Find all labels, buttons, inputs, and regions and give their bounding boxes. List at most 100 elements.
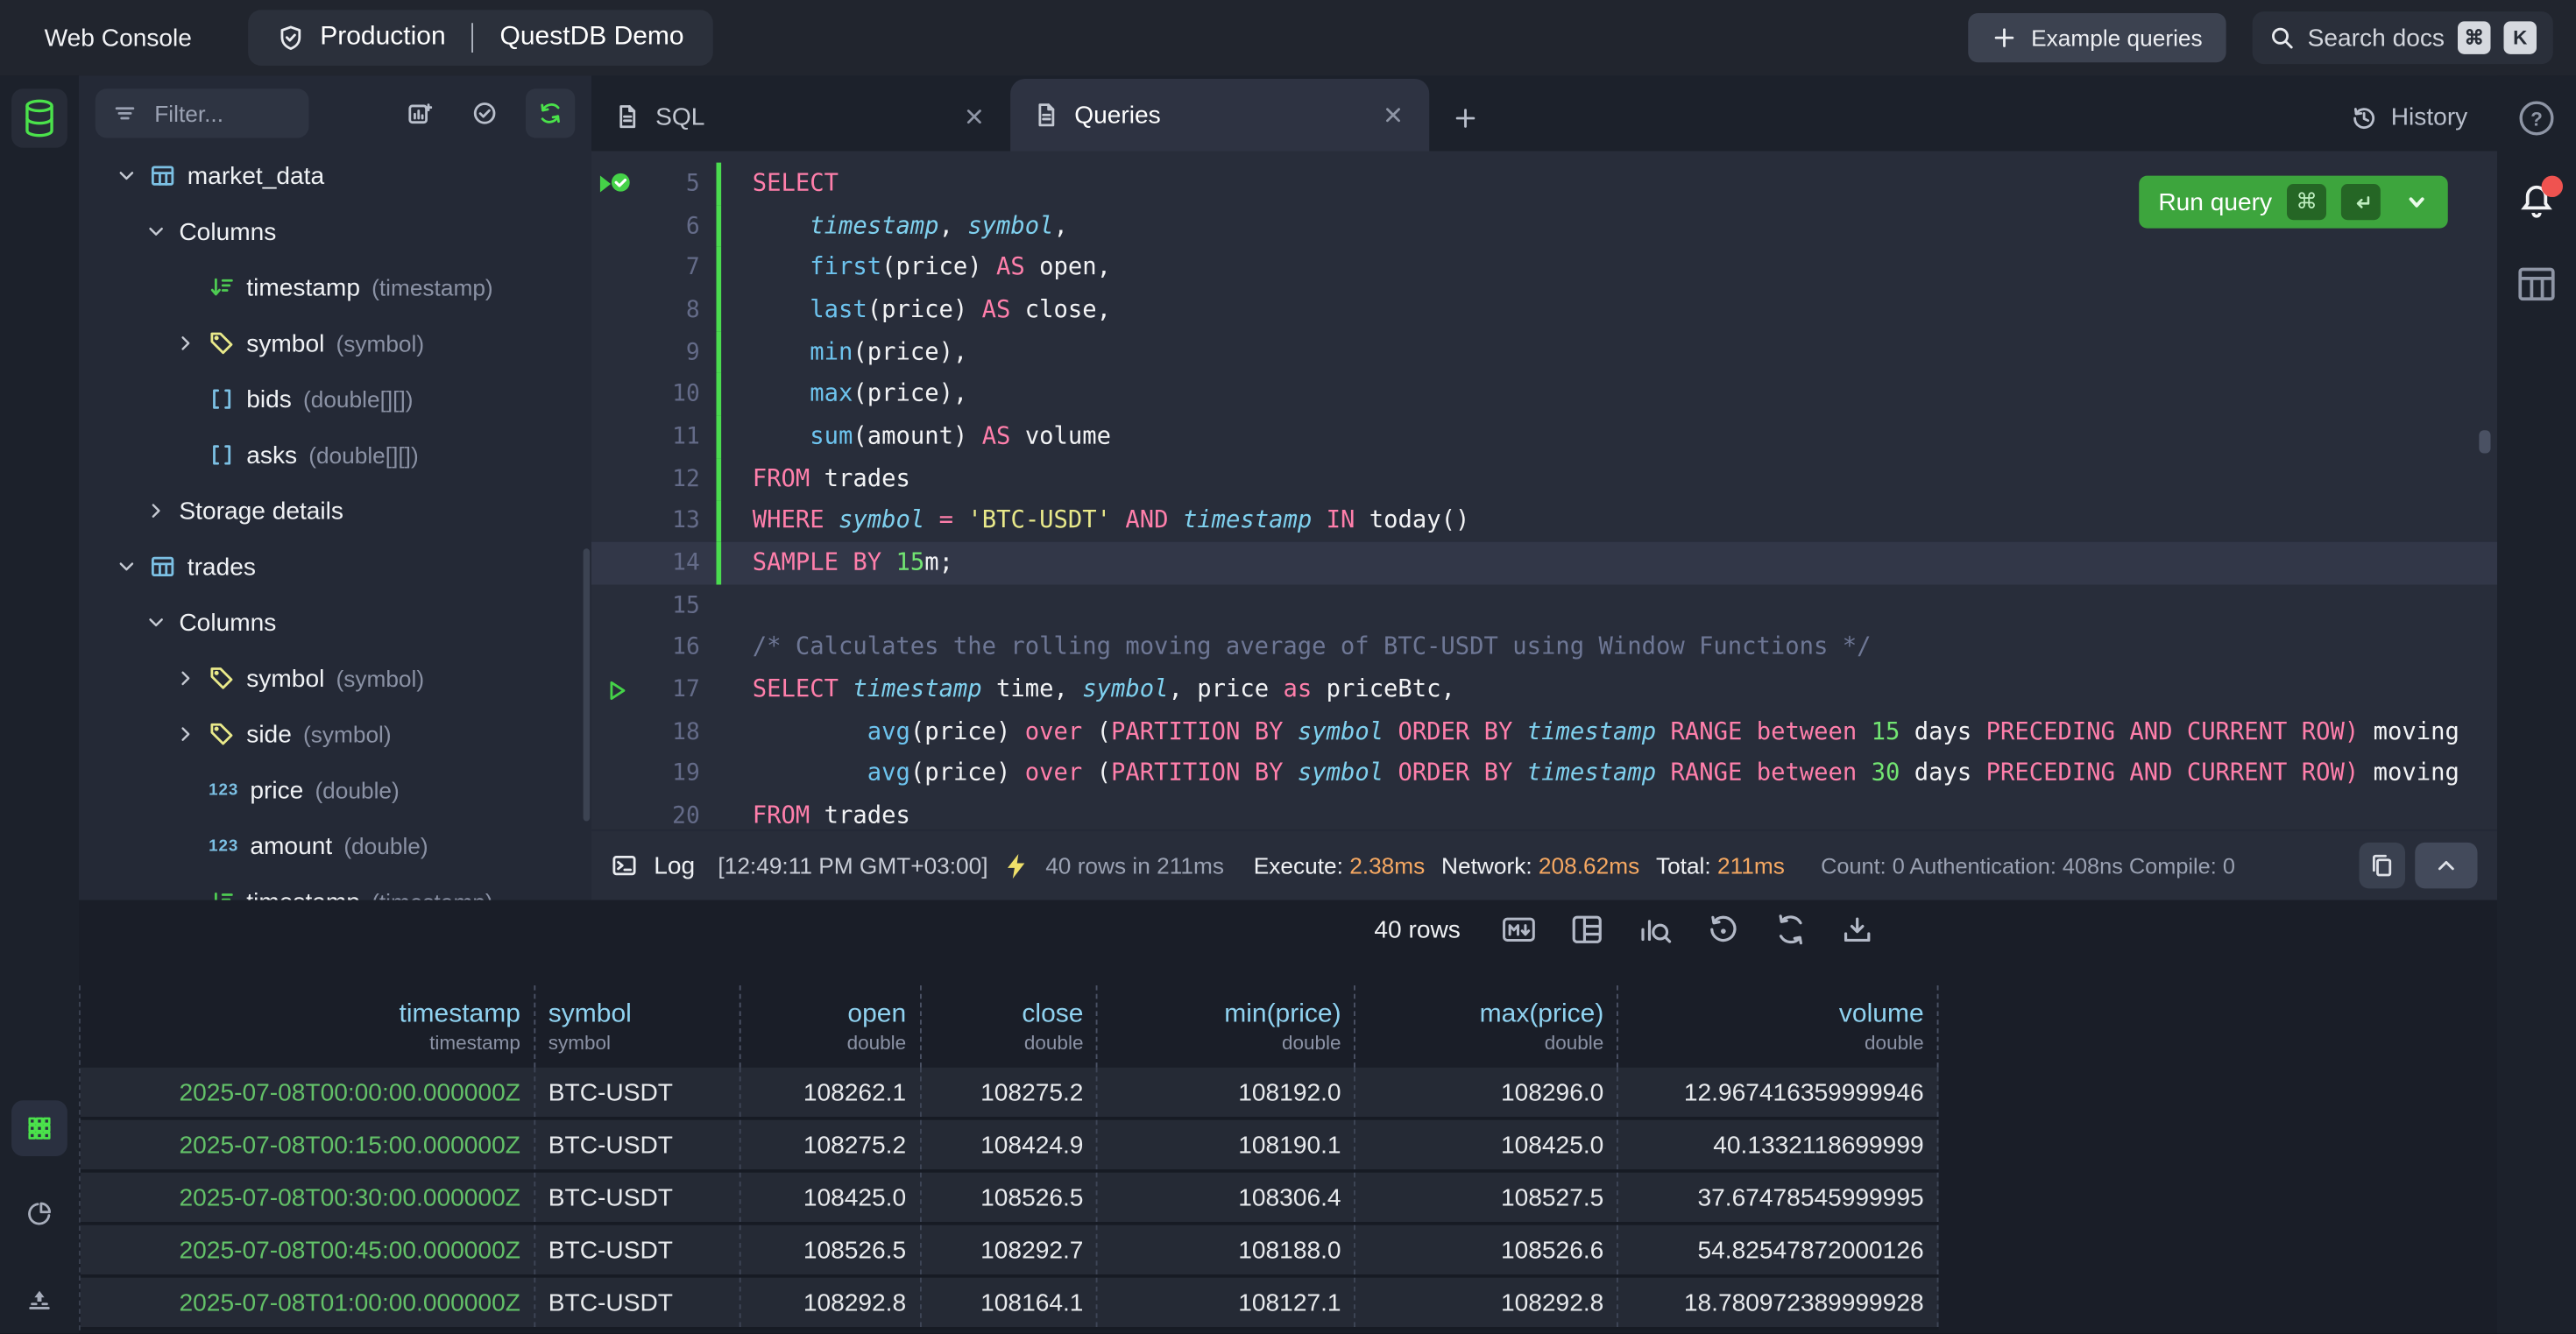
cell-max-price-[interactable]: 108296.0	[1355, 1068, 1618, 1117]
cell-close[interactable]: 108275.2	[921, 1068, 1098, 1117]
new-tab-button[interactable]	[1453, 105, 1479, 131]
copy-log-button[interactable]	[2360, 843, 2406, 889]
run-marker-icon[interactable]	[591, 171, 640, 197]
table-row[interactable]: 2025-07-08T01:00:00.000000ZBTC-USDT10829…	[81, 1278, 1939, 1330]
code-line-18[interactable]: 18 avg(price) over (PARTITION BY symbol …	[591, 711, 2497, 753]
cell-volume[interactable]: 18.780972389999928	[1618, 1278, 1938, 1327]
cell-max-price-[interactable]: 108527.5	[1355, 1173, 1618, 1222]
chevron-right-icon[interactable]	[145, 498, 167, 524]
filter-input[interactable]	[152, 99, 283, 129]
column-header-min-price-[interactable]: min(price) double	[1098, 985, 1355, 1068]
history-button[interactable]: History	[2352, 103, 2468, 131]
tab-sql[interactable]: SQL	[591, 82, 1010, 152]
cell-min-price-[interactable]: 108188.0	[1098, 1225, 1355, 1274]
cell-close[interactable]: 108292.7	[921, 1225, 1098, 1274]
import-button[interactable]	[11, 1271, 67, 1327]
cell-open[interactable]: 108526.5	[740, 1225, 921, 1274]
run-query-button[interactable]: Run query ⌘	[2139, 176, 2448, 229]
cell-close[interactable]: 108526.5	[921, 1173, 1098, 1222]
chevron-down-icon[interactable]	[115, 554, 138, 580]
column-header-symbol[interactable]: symbol symbol	[535, 985, 740, 1068]
example-queries-button[interactable]: Example queries	[1969, 13, 2226, 62]
cell-open[interactable]: 108275.2	[740, 1120, 921, 1169]
code-editor[interactable]: 5 SELECT 6 timestamp, symbol, 7 first(pr…	[591, 152, 2497, 829]
cell-timestamp[interactable]: 2025-07-08T00:45:00.000000Z	[81, 1225, 535, 1274]
tree-item-price[interactable]: 123price(double)	[79, 762, 591, 818]
tree-item-columns[interactable]: Columns	[79, 204, 591, 260]
code-line-14[interactable]: 14 SAMPLE BY 15m;	[591, 542, 2497, 584]
cell-volume[interactable]: 12.967416359999946	[1618, 1068, 1938, 1117]
code-line-16[interactable]: 16 /* Calculates the rolling moving aver…	[591, 626, 2497, 668]
code-line-15[interactable]: 15	[591, 584, 2497, 626]
tree-item-symbol[interactable]: symbol(symbol)	[79, 651, 591, 707]
collapse-log-button[interactable]	[2415, 843, 2477, 889]
cell-symbol[interactable]: BTC-USDT	[535, 1120, 740, 1169]
cell-max-price-[interactable]: 108292.8	[1355, 1278, 1618, 1327]
help-button[interactable]: ?	[2517, 99, 2557, 146]
validate-button[interactable]	[460, 88, 509, 138]
code-line-20[interactable]: 20 FROM trades	[591, 795, 2497, 829]
chart-view-button[interactable]	[11, 1186, 67, 1242]
cell-symbol[interactable]: BTC-USDT	[535, 1278, 740, 1327]
questdb-logo[interactable]	[11, 88, 67, 148]
table-row[interactable]: 2025-07-08T00:30:00.000000ZBTC-USDT10842…	[81, 1173, 1939, 1225]
cell-max-price-[interactable]: 108526.6	[1355, 1225, 1618, 1274]
cell-open[interactable]: 108262.1	[740, 1068, 921, 1117]
column-header-volume[interactable]: volume double	[1618, 985, 1938, 1068]
download-icon[interactable]	[1842, 914, 1873, 945]
tree-item-symbol[interactable]: symbol(symbol)	[79, 315, 591, 371]
tree-item-columns[interactable]: Columns	[79, 595, 591, 651]
cell-open[interactable]: 108425.0	[740, 1173, 921, 1222]
cell-volume[interactable]: 37.67478545999995	[1618, 1173, 1938, 1222]
markdown-icon[interactable]	[1502, 914, 1536, 944]
column-header-close[interactable]: close double	[921, 985, 1098, 1068]
chevron-right-icon[interactable]	[174, 721, 197, 747]
table-row[interactable]: 2025-07-08T00:45:00.000000ZBTC-USDT10852…	[81, 1225, 1939, 1278]
code-line-10[interactable]: 10 max(price),	[591, 373, 2497, 415]
cell-timestamp[interactable]: 2025-07-08T00:15:00.000000Z	[81, 1120, 535, 1169]
reload-schema-button[interactable]	[526, 88, 575, 138]
editor-scrollbar[interactable]	[2479, 430, 2490, 453]
code-line-13[interactable]: 13 WHERE symbol = 'BTC-USDT' AND timesta…	[591, 500, 2497, 542]
column-header-open[interactable]: open double	[740, 985, 921, 1068]
panel-toggle-button[interactable]	[2517, 266, 2557, 311]
instance-badge[interactable]: Production QuestDB Demo	[248, 10, 714, 66]
cell-min-price-[interactable]: 108192.0	[1098, 1068, 1355, 1117]
tree-item-timestamp[interactable]: timestamp(timestamp)	[79, 259, 591, 315]
cell-close[interactable]: 108164.1	[921, 1278, 1098, 1327]
restore-icon[interactable]	[1707, 914, 1740, 947]
cell-close[interactable]: 108424.9	[921, 1120, 1098, 1169]
cell-min-price-[interactable]: 108127.1	[1098, 1278, 1355, 1327]
cell-volume[interactable]: 40.1332118699999	[1618, 1120, 1938, 1169]
code-line-11[interactable]: 11 sum(amount) AS volume	[591, 416, 2497, 458]
close-icon[interactable]	[1380, 102, 1406, 128]
column-header-timestamp[interactable]: timestamp timestamp	[81, 985, 535, 1068]
column-header-max-price-[interactable]: max(price) double	[1355, 985, 1618, 1068]
cell-min-price-[interactable]: 108306.4	[1098, 1173, 1355, 1222]
tree-item-trades[interactable]: trades	[79, 539, 591, 595]
close-icon[interactable]	[961, 103, 987, 130]
tree-item-timestamp[interactable]: timestamp(timestamp)	[79, 874, 591, 900]
tree-item-storage-details[interactable]: Storage details	[79, 483, 591, 539]
cell-min-price-[interactable]: 108190.1	[1098, 1120, 1355, 1169]
tree-item-asks[interactable]: asks(double[][])	[79, 427, 591, 483]
table-row[interactable]: 2025-07-08T00:00:00.000000ZBTC-USDT10826…	[81, 1068, 1939, 1120]
code-line-17[interactable]: 17 SELECT timestamp time, symbol, price …	[591, 669, 2497, 711]
tree-item-amount[interactable]: 123amount(double)	[79, 818, 591, 874]
chevron-down-icon[interactable]	[115, 163, 138, 189]
code-line-8[interactable]: 8 last(price) AS close,	[591, 289, 2497, 331]
code-line-9[interactable]: 9 min(price),	[591, 331, 2497, 373]
chevron-right-icon[interactable]	[174, 330, 197, 356]
cell-symbol[interactable]: BTC-USDT	[535, 1068, 740, 1117]
add-table-button[interactable]	[394, 88, 443, 138]
notifications-button[interactable]	[2517, 182, 2557, 229]
filter-box[interactable]	[96, 88, 309, 138]
cell-timestamp[interactable]: 2025-07-08T00:30:00.000000Z	[81, 1173, 535, 1222]
code-line-19[interactable]: 19 avg(price) over (PARTITION BY symbol …	[591, 753, 2497, 795]
chevron-right-icon[interactable]	[174, 665, 197, 691]
run-marker-icon[interactable]	[591, 678, 640, 702]
code-line-7[interactable]: 7 first(price) AS open,	[591, 247, 2497, 289]
chartview-icon[interactable]	[1638, 914, 1672, 947]
gridview-icon[interactable]	[1571, 914, 1604, 947]
cell-max-price-[interactable]: 108425.0	[1355, 1120, 1618, 1169]
